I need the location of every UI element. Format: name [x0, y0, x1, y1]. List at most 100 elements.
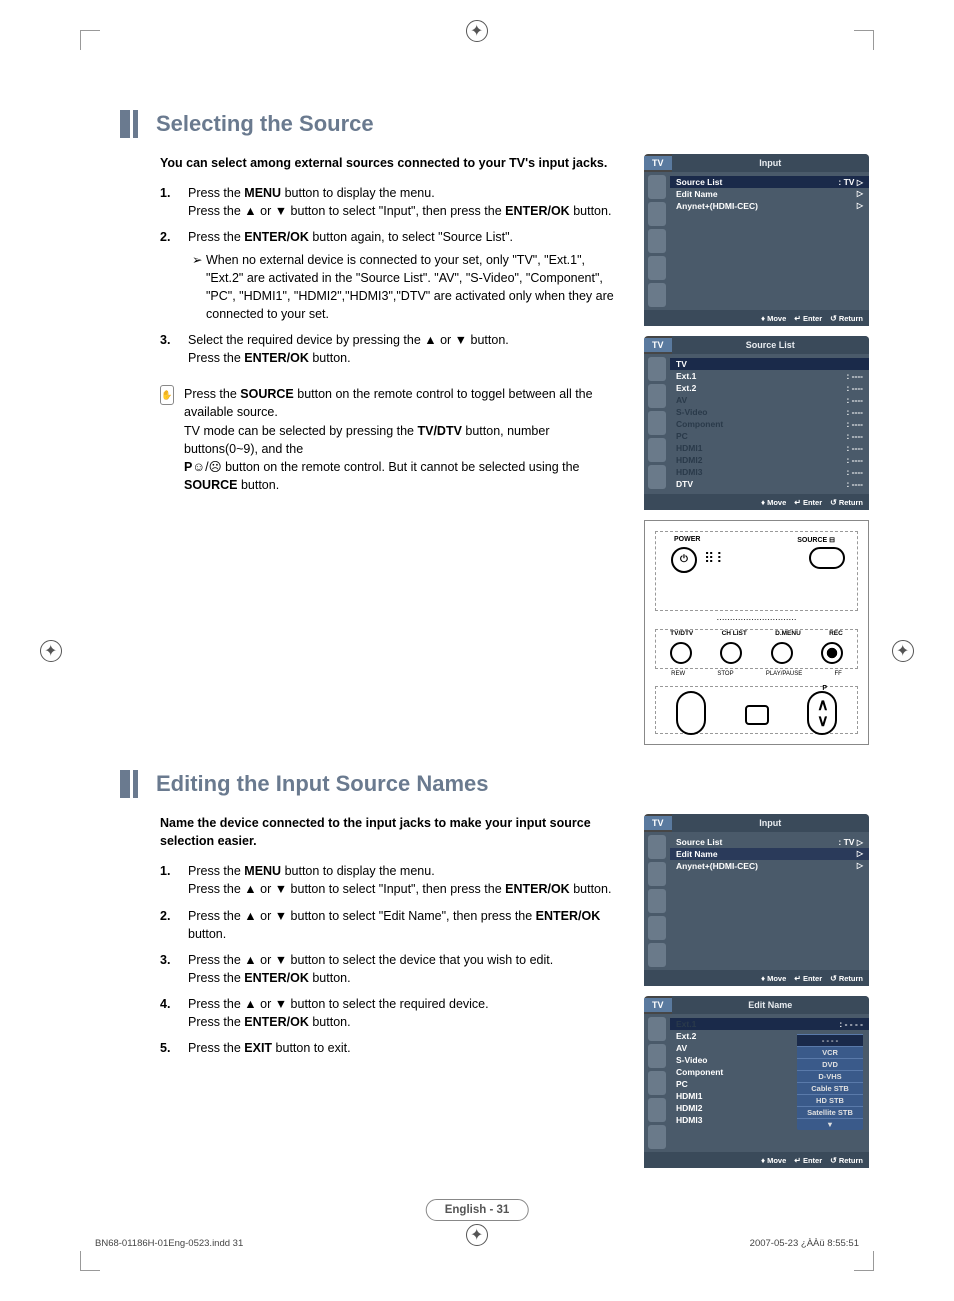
osd-panel: Source List: TV ▷ Edit Name▷ Anynet+(HDM…: [670, 172, 869, 310]
section-header-1: Selecting the Source: [120, 110, 869, 138]
osd-sidebar-icons: [644, 354, 670, 494]
osd-source-row[interactable]: S-Video: ----: [676, 406, 863, 418]
osd-source-row[interactable]: AV: ----: [676, 394, 863, 406]
volume-rocker-icon: [676, 691, 706, 735]
crop-mark: [80, 30, 100, 50]
registration-mark-icon: [466, 20, 488, 42]
registration-mark-icon: [40, 640, 62, 662]
section2-steps: 1. Press the MENU button to display the m…: [120, 862, 624, 1057]
device-name-popup[interactable]: - - - -VCRDVDD-VHSCable STBHD STBSatelli…: [797, 1034, 863, 1130]
osd-footer: ♦Move ↵Enter ↺Return: [644, 494, 869, 510]
osd-row-edit-name[interactable]: Edit Name▷: [670, 848, 869, 860]
section1-steps: 1. Press the MENU button to display the …: [120, 184, 624, 367]
osd-source-row[interactable]: Ext.2: ----: [676, 382, 863, 394]
osd-tab: TV: [644, 998, 672, 1012]
rec-button-icon: [821, 642, 843, 664]
rec-label: REC: [829, 630, 843, 637]
popup-option[interactable]: Cable STB: [797, 1082, 863, 1094]
source-button-icon: [809, 547, 845, 569]
channel-rocker-icon: [807, 691, 837, 735]
print-job-info: BN68-01186H-01Eng-0523.indd 31 2007-05-2…: [95, 1238, 859, 1249]
osd-source-row[interactable]: PC: ----: [676, 430, 863, 442]
step: 4. Press the ▲ or ▼ button to select the …: [160, 995, 624, 1031]
step-3: 3. Select the required device by pressin…: [160, 331, 624, 367]
step-number: 5.: [160, 1039, 178, 1057]
section-title-1: Selecting the Source: [156, 111, 374, 137]
osd-panel: Ext.1: - - - -Ext.2:AV:S-Video:Component…: [670, 1014, 869, 1152]
print-timestamp: 2007-05-23 ¿ÀÀü 8:55:51: [750, 1238, 859, 1249]
step-number: 2.: [160, 228, 178, 323]
remote-top-section: POWER SOURCE ⊟ ⏻ ⠿⠇: [655, 531, 858, 611]
osd-title: Input: [672, 154, 869, 172]
chlist-label: CH LIST: [722, 630, 747, 637]
heading-accent-bar: [133, 110, 138, 138]
step-body: Press the MENU button to display the men…: [188, 862, 624, 898]
popup-option[interactable]: HD STB: [797, 1094, 863, 1106]
step-sub-note: When no external device is connected to …: [188, 251, 624, 324]
osd-editname-row[interactable]: Ext.1: - - - -: [670, 1018, 869, 1030]
osd-source-row[interactable]: TV: [670, 358, 869, 370]
mute-button-icon: [745, 705, 769, 725]
osd-row-source-list[interactable]: Source List: TV ▷: [676, 836, 863, 848]
osd-source-row[interactable]: Component: ----: [676, 418, 863, 430]
osd-tab: TV: [644, 156, 672, 170]
source-label: SOURCE ⊟: [797, 536, 835, 544]
popup-option[interactable]: Satellite STB: [797, 1106, 863, 1118]
tvdtv-button-icon: [670, 642, 692, 664]
osd-source-row[interactable]: HDMI2: ----: [676, 454, 863, 466]
popup-option[interactable]: ▼: [797, 1118, 863, 1130]
osd-input-menu-2: TV Input Source List: TV ▷ Edit Name▷ An…: [644, 814, 869, 986]
popup-option[interactable]: VCR: [797, 1046, 863, 1058]
popup-option[interactable]: DVD: [797, 1058, 863, 1070]
osd-row-anynet[interactable]: Anynet+(HDMI-CEC)▷: [676, 200, 863, 212]
osd-title: Source List: [672, 336, 869, 354]
step-number: 3.: [160, 331, 178, 367]
page-footer: English - 31: [426, 1199, 529, 1221]
osd-source-row[interactable]: Ext.1: ----: [676, 370, 863, 382]
step-number: 4.: [160, 995, 178, 1031]
dmenu-label: D.MENU: [775, 630, 801, 637]
step: 2. Press the ▲ or ▼ button to select "Edi…: [160, 907, 624, 943]
step: 3. Press the ▲ or ▼ button to select the …: [160, 951, 624, 987]
osd-sidebar-icons: [644, 1014, 670, 1152]
section-title-2: Editing the Input Source Names: [156, 771, 488, 797]
osd-source-row[interactable]: HDMI1: ----: [676, 442, 863, 454]
step-number: 3.: [160, 951, 178, 987]
step-body: Press the ▲ or ▼ button to select "Edit …: [188, 907, 624, 943]
remote-ellipsis: ⋯⋯⋯⋯⋯⋯⋯⋯⋯⋯: [655, 615, 858, 624]
source-file: BN68-01186H-01Eng-0523.indd 31: [95, 1238, 243, 1249]
osd-input-menu: TV Input Source List: TV ▷ Edit Name▷ An…: [644, 154, 869, 326]
step-number: 2.: [160, 907, 178, 943]
heading-accent-bar: [133, 770, 138, 798]
osd-footer: ♦Move ↵Enter ↺Return: [644, 310, 869, 326]
remote-control-diagram: POWER SOURCE ⊟ ⏻ ⠿⠇ ⋯⋯⋯⋯⋯⋯⋯⋯⋯⋯ TV/DTV CH…: [644, 520, 869, 745]
popup-option[interactable]: - - - -: [797, 1034, 863, 1046]
registration-mark-icon: [892, 640, 914, 662]
step-body: Press the EXIT button to exit.: [188, 1039, 624, 1057]
osd-panel: Source List: TV ▷ Edit Name▷ Anynet+(HDM…: [670, 832, 869, 970]
remote-control-note: ✋ Press the SOURCE button on the remote …: [120, 385, 624, 494]
section-header-2: Editing the Input Source Names: [120, 770, 869, 798]
remote-icon: ✋: [160, 385, 174, 494]
osd-source-row[interactable]: DTV: ----: [676, 478, 863, 490]
step-number: 1.: [160, 184, 178, 220]
step-number: 1.: [160, 862, 178, 898]
step-1: 1. Press the MENU button to display the …: [160, 184, 624, 220]
step: 1. Press the MENU button to display the m…: [160, 862, 624, 898]
heading-accent-bar: [120, 110, 130, 138]
step-body: Press the ▲ or ▼ button to select the re…: [188, 995, 624, 1031]
crop-mark: [80, 1251, 100, 1271]
osd-footer: ♦Move ↵Enter ↺Return: [644, 1152, 869, 1168]
popup-option[interactable]: D-VHS: [797, 1070, 863, 1082]
ir-dots-icon: ⠿⠇: [704, 550, 729, 567]
osd-tab: TV: [644, 338, 672, 352]
osd-source-list: TV Source List TVExt.1: ----Ext.2: ----A…: [644, 336, 869, 510]
osd-row-source-list[interactable]: Source List: TV ▷: [670, 176, 869, 188]
remote-bottom-section: P: [655, 686, 858, 734]
osd-row-edit-name[interactable]: Edit Name▷: [676, 188, 863, 200]
step-body: Press the ▲ or ▼ button to select the de…: [188, 951, 624, 987]
osd-row-anynet[interactable]: Anynet+(HDMI-CEC)▷: [676, 860, 863, 872]
power-label: POWER: [674, 536, 700, 543]
step-body: Press the MENU button to display the men…: [188, 184, 624, 220]
osd-source-row[interactable]: HDMI3: ----: [676, 466, 863, 478]
